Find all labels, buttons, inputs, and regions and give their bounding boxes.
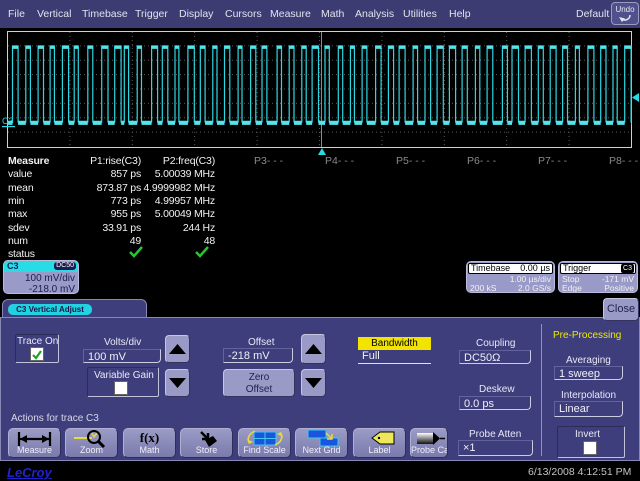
- svg-text:C3: C3: [2, 116, 14, 126]
